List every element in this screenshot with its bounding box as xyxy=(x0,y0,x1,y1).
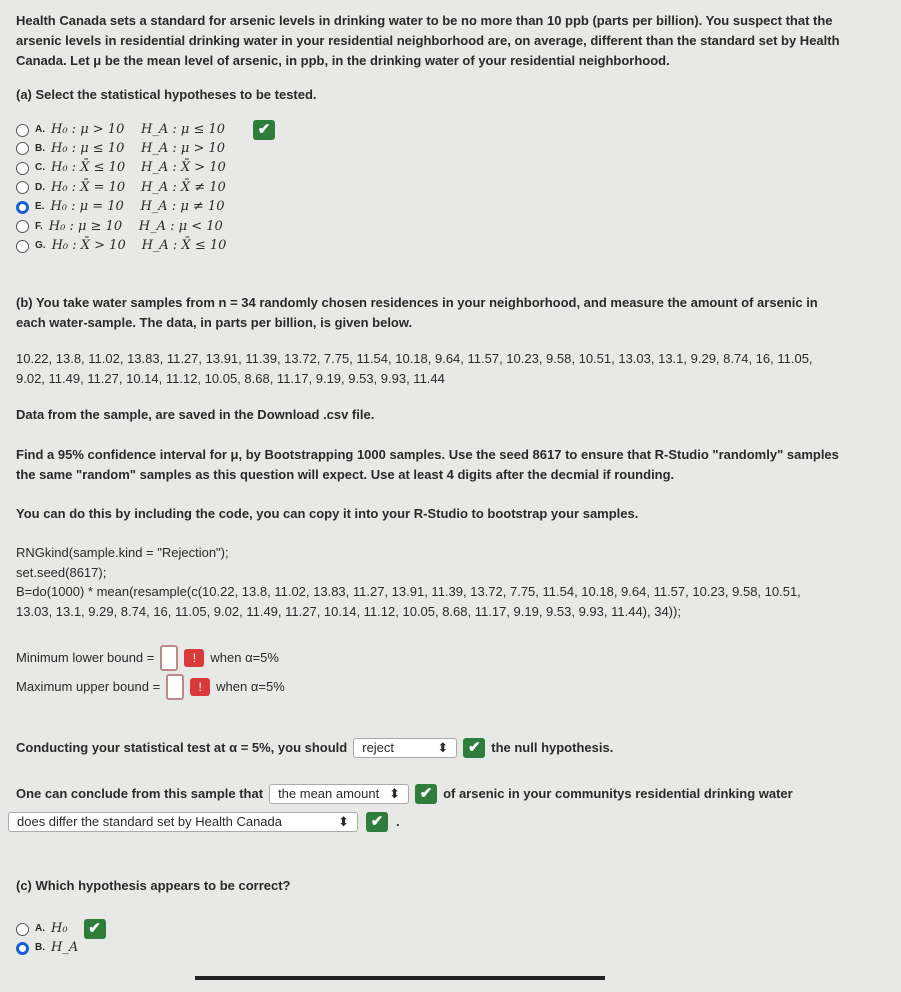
ha-text: H_A : μ > 10 xyxy=(141,140,226,156)
intro-line: Canada. Let μ be the mean level of arsen… xyxy=(16,53,670,68)
intro-line: Health Canada sets a standard for arseni… xyxy=(16,13,833,28)
h0-text: H₀ : μ = 10 xyxy=(50,199,124,214)
ha-text: H_A : X̄ ≠ 10 xyxy=(141,179,226,195)
conclude-row-2: does differ the standard set by Health C… xyxy=(8,812,400,832)
test-row: Conducting your statistical test at α = … xyxy=(16,738,613,758)
code-line: B=do(1000) * mean(resample(c(10.22, 13.8… xyxy=(16,584,801,599)
radio-button[interactable] xyxy=(16,239,29,253)
download-note: Data from the sample, are saved in the D… xyxy=(16,407,375,422)
radio-button-selected[interactable] xyxy=(16,941,29,955)
test-text: Conducting your statistical test at α = … xyxy=(16,740,348,755)
code-line: RNGkind(sample.kind = "Rejection"); xyxy=(16,545,229,560)
radio-button[interactable] xyxy=(16,181,29,194)
ha-text: H_A : X̄ > 10 xyxy=(141,160,226,175)
ha-text: H_A : μ ≤ 10 xyxy=(141,122,226,137)
conclude-text: One can conclude from this sample that xyxy=(16,786,264,801)
option-letter: A. xyxy=(35,923,45,934)
h0-text: H₀ : μ > 10 xyxy=(51,122,125,137)
code-line: 13.03, 13.1, 9.29, 8.74, 16, 11.05, 9.02… xyxy=(16,604,681,619)
check-icon: ✔ xyxy=(83,919,106,939)
option-letter: D. xyxy=(35,181,45,193)
max-bound-row: Maximum upper bound = ! when α=5% xyxy=(16,674,285,700)
check-icon: ✔ xyxy=(415,784,438,804)
divider xyxy=(195,976,605,980)
radio-button[interactable] xyxy=(16,220,29,233)
check-icon: ✔ xyxy=(366,812,388,832)
period: . xyxy=(396,814,400,829)
option-a-c[interactable]: C. H₀ : X̄ ≤ 10 H_A : X̄ > 10 xyxy=(16,159,226,177)
option-letter: C. xyxy=(35,162,45,173)
option-a-d[interactable]: D. H₀ : X̄ = 10 H_A : X̄ ≠ 10 xyxy=(16,179,226,197)
max-bound-label: Maximum upper bound = xyxy=(16,679,161,694)
test-decision-select[interactable]: reject ⬍ xyxy=(353,738,458,758)
max-bound-input[interactable] xyxy=(166,674,185,700)
conclude-text: of arsenic in your communitys residentia… xyxy=(443,786,793,801)
find-line: Find a 95% confidence interval for μ, by… xyxy=(16,447,839,462)
find-line: the same "random" samples as this questi… xyxy=(16,467,675,482)
option-a-a[interactable]: A. H₀ : μ > 10 H_A : μ ≤ 10 ✔ xyxy=(16,120,276,140)
alpha-note: when α=5% xyxy=(210,650,279,665)
radio-button[interactable] xyxy=(16,123,29,137)
conclude-row: One can conclude from this sample that t… xyxy=(16,784,793,804)
h0-text: H₀ : μ ≤ 10 xyxy=(51,140,125,156)
min-bound-input[interactable] xyxy=(160,645,179,671)
option-c-b[interactable]: B. H_A xyxy=(16,939,78,957)
option-label: H_A xyxy=(51,940,79,955)
ha-text: H_A : μ ≠ 10 xyxy=(140,199,225,214)
option-a-e[interactable]: E. H₀ : μ = 10 H_A : μ ≠ 10 xyxy=(16,198,224,216)
option-letter: E. xyxy=(35,201,45,212)
code-line: set.seed(8617); xyxy=(16,565,107,580)
conclude-subject-select[interactable]: the mean amount ⬍ xyxy=(269,784,410,804)
data-line: 10.22, 13.8, 11.02, 13.83, 11.27, 13.91,… xyxy=(16,351,813,366)
chevron-updown-icon: ⬍ xyxy=(389,786,401,801)
test-text: the null hypothesis. xyxy=(491,740,614,755)
option-a-f[interactable]: F. H₀ : μ ≥ 10 H_A : μ < 10 xyxy=(16,218,223,236)
h0-text: H₀ : μ ≥ 10 xyxy=(48,218,123,234)
radio-button[interactable] xyxy=(16,161,29,175)
data-line: 9.02, 11.49, 11.27, 10.14, 11.12, 10.05,… xyxy=(16,371,445,386)
chevron-updown-icon: ⬍ xyxy=(338,814,349,829)
h0-text: H₀ : X̄ > 10 xyxy=(51,238,126,253)
part-c-prompt: (c) Which hypothesis appears to be corre… xyxy=(16,878,291,893)
option-letter: G. xyxy=(35,240,46,251)
error-icon: ! xyxy=(190,678,211,696)
select-value: does differ the standard set by Health C… xyxy=(17,814,282,829)
conclude-verdict-select[interactable]: does differ the standard set by Health C… xyxy=(8,812,358,832)
radio-button[interactable] xyxy=(16,200,29,214)
option-letter: A. xyxy=(35,124,45,135)
option-a-g[interactable]: G. H₀ : X̄ > 10 H_A : X̄ ≤ 10 xyxy=(16,237,226,255)
option-letter: B. xyxy=(35,142,45,154)
alpha-note: when α=5% xyxy=(216,679,285,694)
h0-text: H₀ : X̄ ≤ 10 xyxy=(51,160,126,175)
part-b-line: (b) You take water samples from n = 34 r… xyxy=(16,295,818,310)
ha-text: H_A : μ < 10 xyxy=(138,218,223,234)
intro-line: arsenic levels in residential drinking w… xyxy=(16,33,840,48)
option-letter: F. xyxy=(35,220,43,232)
h0-text: H₀ : X̄ = 10 xyxy=(51,179,126,195)
select-value: the mean amount xyxy=(278,786,380,801)
chevron-updown-icon: ⬍ xyxy=(437,740,449,755)
error-icon: ! xyxy=(184,649,205,667)
option-letter: B. xyxy=(35,942,45,953)
check-icon: ✔ xyxy=(463,738,486,758)
ha-text: H_A : X̄ ≤ 10 xyxy=(141,238,227,253)
check-icon: ✔ xyxy=(253,120,276,140)
option-a-b[interactable]: B. H₀ : μ ≤ 10 H_A : μ > 10 xyxy=(16,140,225,158)
option-label: H₀ xyxy=(51,921,68,936)
radio-button[interactable] xyxy=(16,142,29,155)
code-intro: You can do this by including the code, y… xyxy=(16,506,639,521)
select-value: reject xyxy=(362,740,395,755)
radio-button[interactable] xyxy=(16,922,29,936)
part-a-prompt: (a) Select the statistical hypotheses to… xyxy=(16,87,317,102)
option-c-a[interactable]: A. H₀ ✔ xyxy=(16,919,106,939)
min-bound-label: Minimum lower bound = xyxy=(16,650,155,665)
min-bound-row: Minimum lower bound = ! when α=5% xyxy=(16,645,279,671)
part-b-line: each water-sample. The data, in parts pe… xyxy=(16,315,413,330)
